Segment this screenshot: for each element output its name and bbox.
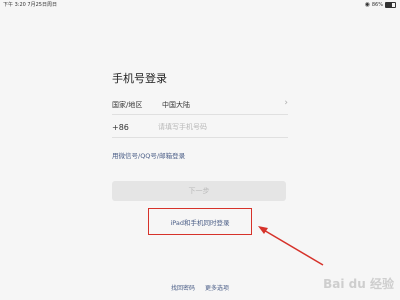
arrow-head bbox=[258, 226, 268, 234]
watermark: Bai du 经验 bbox=[323, 277, 394, 291]
arrow-line bbox=[261, 228, 324, 266]
retrieve-password-link[interactable]: 找回密码 bbox=[171, 283, 195, 293]
more-options-link[interactable]: 更多选项 bbox=[205, 283, 229, 293]
annotation-arrow bbox=[258, 226, 324, 266]
